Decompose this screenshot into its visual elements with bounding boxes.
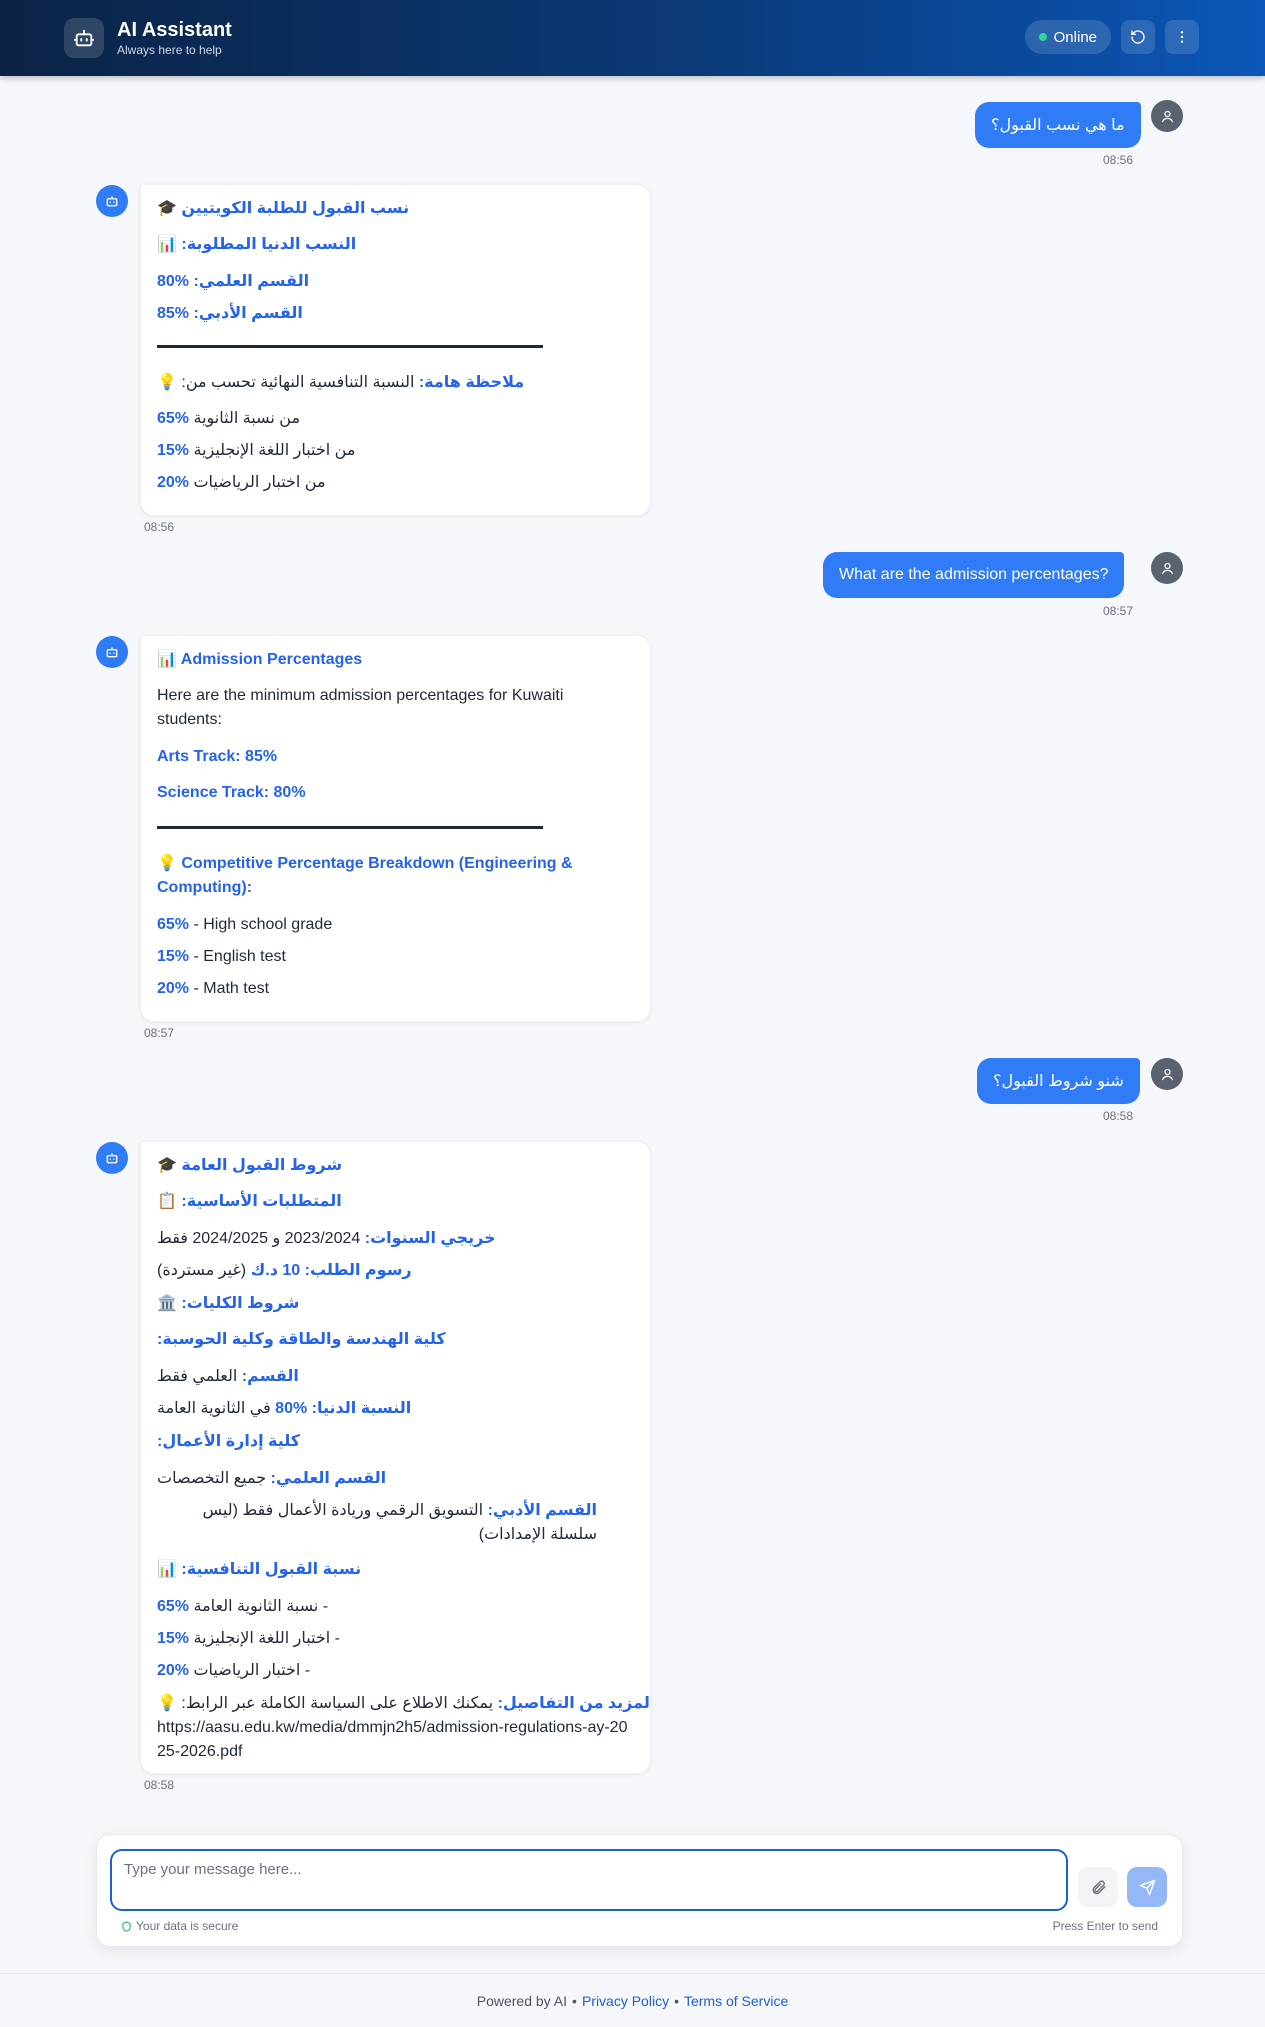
terms-link[interactable]: Terms of Service [684,1993,788,2009]
message-time: 08:58 [1103,1109,1134,1123]
policy-link[interactable]: https://aasu.edu.kw/media/dmmjn2h5/admis… [157,1716,633,1764]
message-time: 08:56 [144,520,175,534]
user-icon [1161,110,1173,122]
bot-avatar [96,636,128,668]
list-item: جميع التخصصات القسم العلمي: [157,1470,387,1487]
list-item: 20% من اختبار الرياضيات [157,474,326,491]
app-subtitle: Always here to help [117,43,222,57]
divider [157,826,543,829]
section-heading: 🏛️ شروط الكليات: [157,1295,300,1312]
user-message-text: ما هي نسب القبول؟ [991,117,1125,134]
refresh-button[interactable] [1121,20,1155,54]
list-item: 65% - High school grade [157,916,333,933]
footer-separator: • [572,1992,577,2009]
secure-note: Your data is secure [121,1919,238,1933]
paperclip-icon [1092,1879,1106,1894]
message-time: 08:57 [1103,604,1134,618]
bot-message-title: 🎓 شروط القبول العامة [157,1157,343,1174]
robot-icon [64,18,104,58]
user-icon [1161,1068,1173,1080]
section-heading: 📋 المتطلبات الأساسية: [157,1193,342,1210]
app-header: AI Assistant Always here to help Online [0,0,1265,76]
user-avatar [1151,1058,1183,1090]
list-item: 2023/2024 و 2024/2025 فقط خريجي السنوات: [157,1230,496,1247]
send-hint: Press Enter to send [1052,1919,1158,1933]
list-item: 15% - English test [157,948,286,965]
bot-message-card: 🎓 شروط القبول العامة 📋 المتطلبات الأساسي… [140,1141,651,1774]
user-message-text: شنو شروط القبول؟ [993,1073,1124,1090]
list-item: في الثانوية العامة 80% النسبة الدنيا: [157,1400,412,1417]
list-item: Science Track: 80% [157,784,306,801]
bot-message-card: 🎓 نسب القبول للطلبة الكويتيين 📊 النسب ال… [140,184,651,516]
intro-text: Here are the minimum admission percentag… [157,687,564,728]
section-heading: 📊 نسبة القبول التنافسية: [157,1561,362,1578]
list-item: القسم الأدبي: التسويق الرقمي وريادة الأع… [202,1502,597,1543]
refresh-icon [1131,30,1145,44]
list-item: 85% القسم الأدبي: [157,305,303,322]
footer-separator: • [674,1992,679,2009]
list-item: 20% - اختبار الرياضيات [157,1662,311,1679]
list-item: 65% - نسبة الثانوية العامة [157,1598,329,1615]
status-label: Online [1053,28,1097,46]
user-message-text: What are the admission percentages? [839,566,1109,583]
section-heading: 📊 النسب الدنيا المطلوبة: [157,236,357,253]
shield-icon [122,1920,131,1932]
status-badge: Online [1024,20,1111,54]
message-time: 08:57 [144,1026,175,1040]
list-item: (غير مستردة) 10 د.ك رسوم الطلب: [157,1262,412,1279]
message-time: 08:56 [1103,153,1134,167]
user-avatar [1151,552,1183,584]
more-vertical-icon [1180,31,1184,43]
bot-message-title: 📊 Admission Percentages [157,651,363,668]
send-button[interactable] [1127,1867,1167,1907]
attach-button[interactable] [1078,1867,1118,1907]
list-item: 65% من نسبة الثانوية [157,410,301,427]
online-dot-icon [1038,33,1047,41]
bot-message-title: 🎓 نسب القبول للطلبة الكويتيين [157,200,410,217]
list-item: 80% القسم العلمي: [157,273,310,290]
message-time: 08:58 [144,1778,175,1792]
bot-message-card: 📊 Admission Percentages Here are the min… [140,635,651,1022]
user-message-bubble: شنو شروط القبول؟ [977,1058,1140,1104]
user-message-bubble: ما هي نسب القبول؟ [975,102,1141,148]
robot-icon [106,196,118,207]
robot-icon [106,1153,118,1164]
user-message-bubble: What are the admission percentages? [823,552,1125,598]
message-composer: Your data is secure Press Enter to send [96,1834,1183,1947]
divider [157,345,543,348]
privacy-link[interactable]: Privacy Policy [582,1993,669,2009]
more-info-line: 💡 يمكنك الاطلاع على السياسة الكاملة عبر … [157,1695,650,1712]
section-heading: كلية الهندسة والطاقة وكلية الحوسبة: [157,1331,446,1348]
section-heading: كلية إدارة الأعمال: [157,1433,301,1450]
user-avatar [1151,100,1183,132]
list-item: Arts Track: 85% [157,748,278,765]
note-line: 💡 النسبة التنافسية النهائية تحسب من: ملا… [157,374,525,391]
list-item: 15% - اختبار اللغة الإنجليزية [157,1630,340,1647]
list-item: العلمي فقط القسم: [157,1368,299,1385]
app-title: AI Assistant [117,19,232,41]
message-input[interactable] [110,1849,1068,1911]
send-icon [1139,1879,1155,1895]
robot-icon [106,647,118,658]
list-item: 15% من اختبار اللغة الإنجليزية [157,442,356,459]
powered-by: Powered by AI [476,1992,568,2009]
bot-avatar [96,1142,128,1174]
user-icon [1161,562,1173,574]
section-heading: 💡 Competitive Percentage Breakdown (Engi… [157,855,573,896]
bot-avatar [96,185,128,217]
footer: Powered by AI • Privacy Policy • Terms o… [0,1973,1265,2027]
more-button[interactable] [1165,20,1199,54]
list-item: 20% - Math test [157,980,270,997]
